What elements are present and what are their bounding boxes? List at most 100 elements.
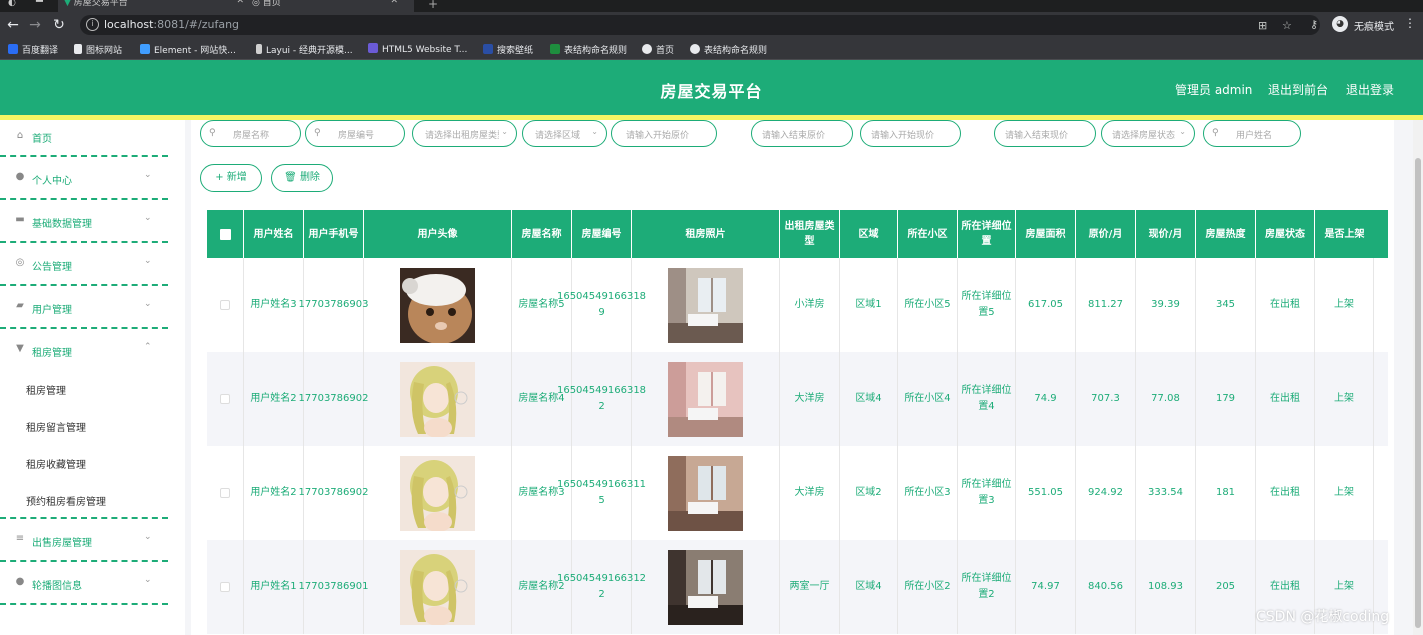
house-photo [668,549,743,625]
input-end-cur-price[interactable]: 请输入结束现价 [994,120,1096,147]
input-end-orig-price[interactable]: 请输入结束原价 [751,120,853,147]
tab-close-icon[interactable]: ✕ [236,0,244,6]
reload-icon[interactable]: ↻ [50,16,68,34]
avatar [400,455,475,531]
cell-cur-price: 77.08 [1136,352,1196,446]
browser-tab[interactable]: ◎ 首页 ✕ [246,0,406,12]
tab-close-icon[interactable]: ✕ [390,0,398,6]
browser-menu-icon[interactable]: ◐ [8,0,20,8]
sidebar-item-home[interactable]: ⌂ 首页 [0,120,168,157]
cell-user-name: 用户姓名2 [244,446,304,540]
select-region[interactable]: 请选择区域 ⌄ [522,120,607,147]
column-header: 所在小区 [898,210,958,258]
sidebar-item-carousel[interactable]: ● 轮播图信息 ⌄ [0,562,168,605]
row-checkbox[interactable] [220,582,230,592]
bookmark-item[interactable]: 首页 [642,43,674,56]
sidebar-subitem-rent-messages[interactable]: 租房留言管理 [26,419,86,434]
cell-address: 所在详细位置2 [958,540,1016,634]
cell-area: 74.97 [1016,540,1076,634]
bookmark-item[interactable]: 搜索壁纸 [483,43,533,56]
star-icon[interactable]: ☆ [1282,19,1292,32]
bookmark-item[interactable]: HTML5 Website T... [368,43,467,55]
cell-phone: 17703786901 [299,540,369,634]
bookmark-item[interactable]: 表结构命名规则 [550,43,627,56]
table-row[interactable]: 用户姓名1 17703786901 房屋名称2 16504549166312 2 两室一… [207,540,1388,634]
cell-phone: 17703786902 [299,446,369,540]
tab-search-icon[interactable]: ▀ [36,0,48,8]
search-user-name-input[interactable]: ⚲ 用户姓名 [1203,120,1301,147]
column-header: 用户姓名 [244,210,304,258]
house-photo [668,361,743,437]
add-button[interactable]: + 新增 [200,164,262,192]
cell-orig-price: 811.27 [1076,258,1136,352]
data-icon: ▬ [15,214,25,225]
sidebar-item-notice[interactable]: ◎ 公告管理 ⌄ [0,243,168,286]
table-row[interactable]: 用户姓名2 17703786902 房屋名称3 16504549166311 5 大洋房… [207,446,1388,540]
cell-area: 617.05 [1016,258,1076,352]
scrollbar-thumb[interactable] [1415,158,1421,628]
delete-button[interactable]: 🗑 删除 [271,164,333,192]
house-photo [668,267,743,343]
sidebar-item-profile[interactable]: ● 个人中心 ⌄ [0,157,168,200]
select-house-status[interactable]: 请选择房屋状态 ⌄ [1101,120,1195,147]
input-start-cur-price[interactable]: 请输入开始现价 [860,120,961,147]
cell-community: 所在小区4 [898,352,958,446]
key-icon[interactable]: ⚷ [1310,18,1318,31]
sidebar-item-users[interactable]: ▰ 用户管理 ⌄ [0,286,168,329]
table-row[interactable]: 用户姓名3 17703786903 房屋名称5 16504549166318 9 小洋房… [207,258,1388,352]
sidebar-item-sale-houses[interactable]: ≡ 出售房屋管理 ⌄ [0,519,168,562]
address-bar[interactable]: i localhost:8081/#/zufang ⊞ ☆ [80,15,1320,35]
cell-type: 大洋房 [780,446,840,540]
house-photo-cell [632,352,780,446]
row-checkbox[interactable] [220,394,230,404]
url-text[interactable]: localhost:8081/#/zufang [104,18,239,31]
new-tab-icon[interactable]: + [428,0,438,11]
html5-icon [368,43,378,53]
bookmark-item[interactable]: 百度翻译 [8,43,58,56]
select-all-checkbox[interactable] [207,210,244,258]
select-rent-type[interactable]: 请选择出租房屋类型 ⌄ [412,120,517,147]
cell-region: 区域4 [840,540,898,634]
search-house-name-input[interactable]: ⚲ 房屋名称 [200,120,301,147]
search-house-no-input[interactable]: ⚲ 房屋编号 [305,120,405,147]
table-row[interactable]: 用户姓名2 17703786902 房屋名称4 16504549166318 2 大洋房… [207,352,1388,446]
bookmark-item[interactable]: Element - 网站快... [140,43,236,56]
sidebar-item-basic-data[interactable]: ▬ 基础数据管理 ⌄ [0,200,168,243]
globe-icon [642,44,652,54]
chevron-up-icon: ⌃ [144,342,152,352]
sidebar-subitem-rent-appointments[interactable]: 预约租房看房管理 [26,493,106,508]
exit-to-front-link[interactable]: 退出到前台 [1268,81,1328,98]
column-header: 现价/月 [1136,210,1196,258]
avatar [400,361,475,437]
translate-icon[interactable]: ⊞ [1258,19,1267,32]
bookmark-item[interactable]: 表结构命名规则 [690,43,767,56]
browser-menu-dots-icon[interactable]: ⋮ [1404,16,1416,30]
bookmark-item[interactable]: Layui - 经典开源模... [256,43,353,56]
input-start-orig-price[interactable]: 请输入开始原价 [611,120,717,147]
table-header: 用户姓名 用户手机号 用户头像 房屋名称 房屋编号 租房照片 出租房屋类型 区域 所在小区 所在详… [207,210,1388,258]
checkbox[interactable] [219,228,231,240]
sidebar-item-label: 基础数据管理 [32,219,92,230]
sidebar-subitem-rent-favorites[interactable]: 租房收藏管理 [26,456,86,471]
bookmark-item[interactable]: 图标网站 [74,43,122,56]
sidebar-item-label: 租房管理 [32,348,72,359]
column-header: 区域 [840,210,898,258]
cell-user-name: 用户姓名2 [244,352,304,446]
cell-address: 所在详细位置3 [958,446,1016,540]
house-photo-cell [632,540,780,634]
logout-link[interactable]: 退出登录 [1346,81,1394,98]
cell-user-name: 用户姓名3 [244,258,304,352]
row-checkbox[interactable] [220,300,230,310]
cell-house-no: 16504549166318 9 [557,258,646,352]
cell-address: 所在详细位置4 [958,352,1016,446]
row-checkbox[interactable] [220,488,230,498]
sidebar-subitem-rent[interactable]: 租房管理 [26,382,66,397]
tab-favicon-icon: ▼ [64,0,71,8]
column-header: 是否上架 [1324,228,1365,240]
sidebar-item-rent[interactable]: ▼ 租房管理 ⌃ [0,329,168,372]
info-icon[interactable]: i [86,18,99,31]
rent-icon: ▼ [16,343,24,354]
forward-icon[interactable]: → [26,16,44,34]
back-icon[interactable]: ← [4,16,22,34]
cell-heat: 181 [1196,446,1256,540]
